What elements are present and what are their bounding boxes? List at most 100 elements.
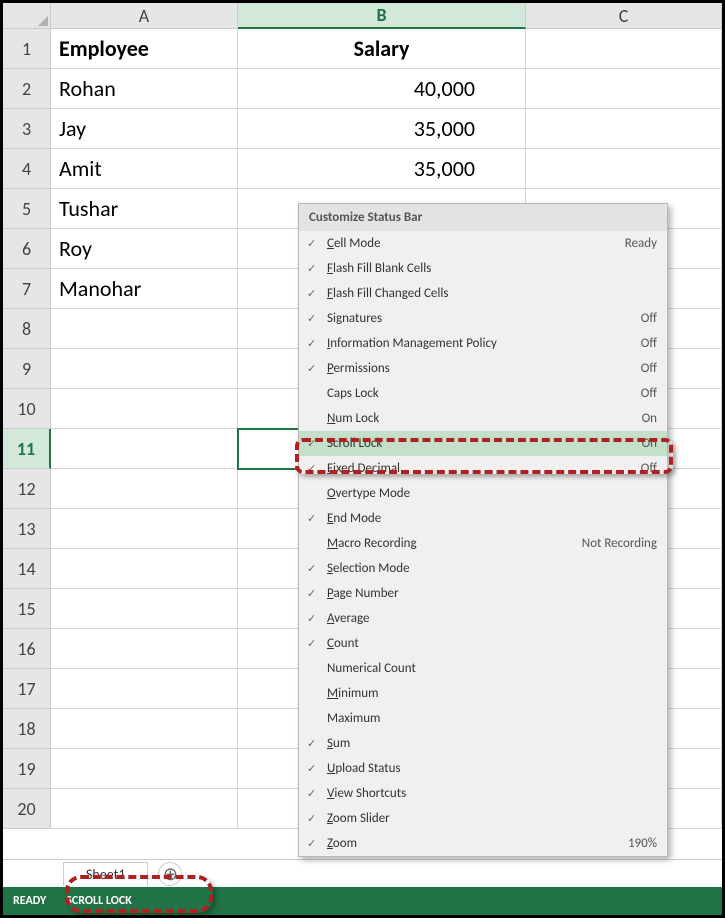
menu-item-maximum[interactable]: Maximum <box>299 706 667 731</box>
row-header-15[interactable]: 15 <box>3 589 51 629</box>
row-header-4[interactable]: 4 <box>3 149 51 189</box>
select-all-corner[interactable] <box>3 3 51 29</box>
menu-item-label: Num Lock <box>327 411 642 426</box>
cell-a10[interactable] <box>51 389 238 429</box>
cell-a18[interactable] <box>51 709 238 749</box>
cell-a15[interactable] <box>51 589 238 629</box>
check-icon: ✓ <box>307 637 327 650</box>
status-ready: READY <box>13 894 46 908</box>
menu-item-zoom-slider[interactable]: ✓Zoom Slider <box>299 806 667 831</box>
menu-item-cell-mode[interactable]: ✓Cell ModeReady <box>299 231 667 256</box>
check-icon: ✓ <box>307 462 327 475</box>
menu-item-overtype-mode[interactable]: Overtype Mode <box>299 481 667 506</box>
cell-b4[interactable]: 35,000 <box>238 149 526 189</box>
row-header-18[interactable]: 18 <box>3 709 51 749</box>
col-header-a[interactable]: A <box>51 3 238 29</box>
menu-item-numerical-count[interactable]: Numerical Count <box>299 656 667 681</box>
cell-b3[interactable]: 35,000 <box>238 109 526 149</box>
menu-item-caps-lock[interactable]: Caps LockOff <box>299 381 667 406</box>
context-menu-items: ✓Cell ModeReady✓Flash Fill Blank Cells✓F… <box>299 231 667 856</box>
cell-c4[interactable] <box>526 149 722 189</box>
menu-item-selection-mode[interactable]: ✓Selection Mode <box>299 556 667 581</box>
menu-item-label: Cell Mode <box>327 236 625 251</box>
cell-a7[interactable]: Manohar <box>51 269 238 309</box>
cell-a8[interactable] <box>51 309 238 349</box>
menu-item-sum[interactable]: ✓Sum <box>299 731 667 756</box>
cell-a5[interactable]: Tushar <box>51 189 238 229</box>
check-icon: ✓ <box>307 587 327 600</box>
sheet-tab[interactable]: Sheet1 <box>63 862 148 886</box>
menu-item-page-number[interactable]: ✓Page Number <box>299 581 667 606</box>
check-icon: ✓ <box>307 262 327 275</box>
row-header-8[interactable]: 8 <box>3 309 51 349</box>
row-header-17[interactable]: 17 <box>3 669 51 709</box>
cell-a17[interactable] <box>51 669 238 709</box>
menu-item-permissions[interactable]: ✓PermissionsOff <box>299 356 667 381</box>
menu-item-label: Overtype Mode <box>327 486 657 501</box>
col-header-c[interactable]: C <box>526 3 722 29</box>
cell-a12[interactable] <box>51 469 238 509</box>
menu-item-value: 190% <box>628 836 657 851</box>
cell-c3[interactable] <box>526 109 722 149</box>
cell-a13[interactable] <box>51 509 238 549</box>
cell-b1[interactable]: Salary <box>238 29 526 69</box>
cell-a16[interactable] <box>51 629 238 669</box>
row-header-3[interactable]: 3 <box>3 109 51 149</box>
menu-item-scroll-lock[interactable]: ✓Scroll LockOn <box>299 431 667 456</box>
row-header-19[interactable]: 19 <box>3 749 51 789</box>
check-icon: ✓ <box>307 812 327 825</box>
col-header-b[interactable]: B <box>238 3 526 29</box>
menu-item-label: Signatures <box>327 311 641 326</box>
row-header-1[interactable]: 1 <box>3 29 51 69</box>
menu-item-count[interactable]: ✓Count <box>299 631 667 656</box>
cell-a14[interactable] <box>51 549 238 589</box>
cell-a11[interactable] <box>51 429 238 469</box>
menu-item-label: Count <box>327 636 657 651</box>
row-header-10[interactable]: 10 <box>3 389 51 429</box>
menu-item-zoom[interactable]: ✓Zoom190% <box>299 831 667 856</box>
check-icon: ✓ <box>307 737 327 750</box>
row-header-7[interactable]: 7 <box>3 269 51 309</box>
menu-item-view-shortcuts[interactable]: ✓View Shortcuts <box>299 781 667 806</box>
cell-a2[interactable]: Rohan <box>51 69 238 109</box>
row-header-20[interactable]: 20 <box>3 789 51 829</box>
cell-a19[interactable] <box>51 749 238 789</box>
menu-item-end-mode[interactable]: ✓End Mode <box>299 506 667 531</box>
cell-a3[interactable]: Jay <box>51 109 238 149</box>
menu-item-flash-fill-changed-cells[interactable]: ✓Flash Fill Changed Cells <box>299 281 667 306</box>
row-header-11[interactable]: 11 <box>3 429 51 469</box>
menu-item-minimum[interactable]: Minimum <box>299 681 667 706</box>
check-icon: ✓ <box>307 837 327 850</box>
row-header-14[interactable]: 14 <box>3 549 51 589</box>
row-header-13[interactable]: 13 <box>3 509 51 549</box>
row-header-12[interactable]: 12 <box>3 469 51 509</box>
check-icon: ✓ <box>307 562 327 575</box>
add-sheet-button[interactable]: ⊕ <box>158 862 182 886</box>
cell-a4[interactable]: Amit <box>51 149 238 189</box>
cell-a20[interactable] <box>51 789 238 829</box>
row-header-5[interactable]: 5 <box>3 189 51 229</box>
row-header-16[interactable]: 16 <box>3 629 51 669</box>
cell-a9[interactable] <box>51 349 238 389</box>
menu-item-signatures[interactable]: ✓SignaturesOff <box>299 306 667 331</box>
check-icon: ✓ <box>307 362 327 375</box>
menu-item-upload-status[interactable]: ✓Upload Status <box>299 756 667 781</box>
menu-item-label: Maximum <box>327 711 657 726</box>
menu-item-fixed-decimal[interactable]: ✓Fixed DecimalOff <box>299 456 667 481</box>
row-header-2[interactable]: 2 <box>3 69 51 109</box>
menu-item-num-lock[interactable]: Num LockOn <box>299 406 667 431</box>
cell-a6[interactable]: Roy <box>51 229 238 269</box>
menu-item-average[interactable]: ✓Average <box>299 606 667 631</box>
cell-a1[interactable]: Employee <box>51 29 238 69</box>
cell-c2[interactable] <box>526 69 722 109</box>
menu-item-macro-recording[interactable]: Macro RecordingNot Recording <box>299 531 667 556</box>
menu-item-flash-fill-blank-cells[interactable]: ✓Flash Fill Blank Cells <box>299 256 667 281</box>
cell-b2[interactable]: 40,000 <box>238 69 526 109</box>
cell-c1[interactable] <box>526 29 722 69</box>
menu-item-information-management-policy[interactable]: ✓Information Management PolicyOff <box>299 331 667 356</box>
row-header-6[interactable]: 6 <box>3 229 51 269</box>
menu-item-label: Information Management Policy <box>327 336 641 351</box>
row-header-9[interactable]: 9 <box>3 349 51 389</box>
menu-item-value: Ready <box>625 236 657 251</box>
menu-item-value: Off <box>641 461 657 476</box>
